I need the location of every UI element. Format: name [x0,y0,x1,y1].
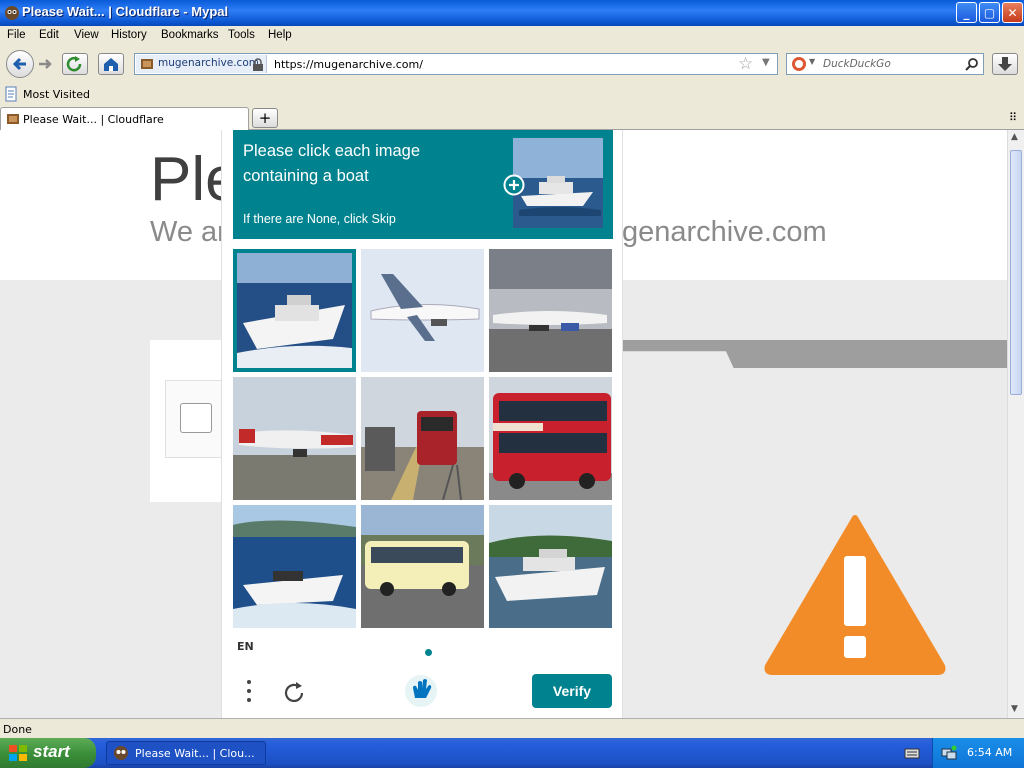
captcha-tile-3[interactable] [489,249,612,372]
back-button[interactable] [6,50,34,78]
minimize-button[interactable]: _ [956,2,977,23]
forward-arrow-icon [39,59,52,69]
title-bar: Please Wait... | Cloudflare - Mypal _ ▢ … [0,0,1024,26]
boat-image [489,505,612,628]
menu-file[interactable]: File [7,29,26,41]
taskbar-item-mypal[interactable]: Please Wait... | Clou... [106,741,266,765]
reload-icon [66,56,82,72]
scroll-thumb[interactable] [1010,150,1022,395]
human-checkbox[interactable] [180,403,212,433]
tab-cloudflare[interactable]: Please Wait... | Cloudflare [0,107,249,130]
search-placeholder: DuckDuckGo [823,58,891,70]
boat-image [237,253,352,368]
mypal-app-icon [5,6,19,20]
url-text[interactable]: https://mugenarchive.com/ [274,58,423,71]
train-image [361,377,484,500]
search-engine-dropdown-icon[interactable]: ▼ [809,57,815,66]
site-favicon-icon [141,59,153,69]
duckduckgo-icon [792,57,806,71]
menu-history[interactable]: History [111,29,147,41]
mypal-taskbar-icon [114,746,128,760]
lock-icon [253,58,263,71]
captcha-tile-2[interactable] [361,249,484,372]
forward-button[interactable] [36,55,54,73]
add-example-icon [503,174,525,196]
captcha-prompt: Please click each image containing a boa… [233,130,613,239]
menu-bar: File Edit View History Bookmarks Tools H… [0,26,1024,46]
most-visited-icon [5,86,17,102]
home-button[interactable] [98,53,124,75]
prompt-line-1: Please click each image [243,142,421,160]
search-bar[interactable]: ▼ DuckDuckGo [786,53,984,75]
hcaptcha-logo-icon [405,675,437,707]
new-tab-button[interactable]: + [252,108,278,128]
menu-bookmarks[interactable]: Bookmarks [161,29,219,41]
url-dropdown-icon[interactable]: ▼ [762,57,770,68]
bus-image [489,377,612,500]
airplane-image [361,249,484,372]
start-button[interactable]: start [0,738,96,768]
start-label: start [33,742,70,761]
menu-edit[interactable]: Edit [39,29,59,41]
airplane-image [233,377,356,500]
downloads-button[interactable] [992,53,1018,75]
captcha-tile-4[interactable] [233,377,356,500]
clock: 6:54 AM [967,746,1013,759]
verify-button[interactable]: Verify [532,674,612,708]
menu-view[interactable]: View [74,29,99,41]
tab-label: Please Wait... | Cloudflare [23,113,164,126]
prompt-hint: If there are None, click Skip [243,212,396,226]
example-boat-image [513,138,603,228]
bookmarks-toolbar: Most Visited [0,84,1024,105]
warning-icon [764,515,946,675]
keyboard-tray-icon[interactable] [904,746,920,760]
status-text: Done [3,723,32,736]
prompt-line-2: containing a boat [243,167,369,185]
maximize-button[interactable]: ▢ [979,2,1000,23]
captcha-tile-6[interactable] [489,377,612,500]
page-subheading-right: genarchive.com [622,216,827,248]
vertical-scrollbar[interactable]: ▲ ▼ [1007,130,1024,718]
windows-logo-icon [9,745,27,761]
bookmark-star-icon[interactable]: ☆ [738,54,753,74]
menu-dots-icon[interactable] [244,678,254,704]
close-button[interactable]: ✕ [1002,2,1023,23]
refresh-challenge-icon[interactable] [282,680,308,706]
page-subheading-left: We ar [150,216,227,248]
download-arrow-icon [998,57,1012,71]
captcha-tile-7[interactable] [233,505,356,628]
status-bar: Done [0,718,1024,738]
tab-favicon-icon [7,114,19,124]
captcha-tile-5[interactable] [361,377,484,500]
language-selector[interactable]: EN [237,640,254,653]
home-icon [104,58,118,71]
scroll-down-icon[interactable]: ▼ [1011,704,1018,714]
boat-image [233,505,356,628]
airplane-image [489,249,612,372]
captcha-tile-1[interactable] [233,249,356,372]
back-arrow-icon [12,57,26,71]
captcha-tile-8[interactable] [361,505,484,628]
window-title: Please Wait... | Cloudflare - Mypal [22,4,229,19]
system-tray: 6:54 AM [932,738,1024,768]
site-identity-label: mugenarchive.com [158,57,259,69]
scroll-up-icon[interactable]: ▲ [1011,132,1018,142]
menu-tools[interactable]: Tools [228,29,255,41]
captcha-tile-9[interactable] [489,505,612,628]
bus-image [361,505,484,628]
taskbar-item-label: Please Wait... | Clou... [135,747,255,760]
tab-list-icon[interactable]: ⠿ [1009,111,1017,124]
network-tray-icon[interactable] [941,745,957,761]
captcha-challenge: Please click each image containing a boa… [221,130,623,718]
most-visited-bookmark[interactable]: Most Visited [23,88,90,101]
site-identity[interactable]: mugenarchive.com [136,55,267,73]
reload-button[interactable] [62,53,88,75]
search-icon[interactable] [965,57,979,71]
page-indicator-dot [425,649,432,656]
menu-help[interactable]: Help [268,29,292,41]
